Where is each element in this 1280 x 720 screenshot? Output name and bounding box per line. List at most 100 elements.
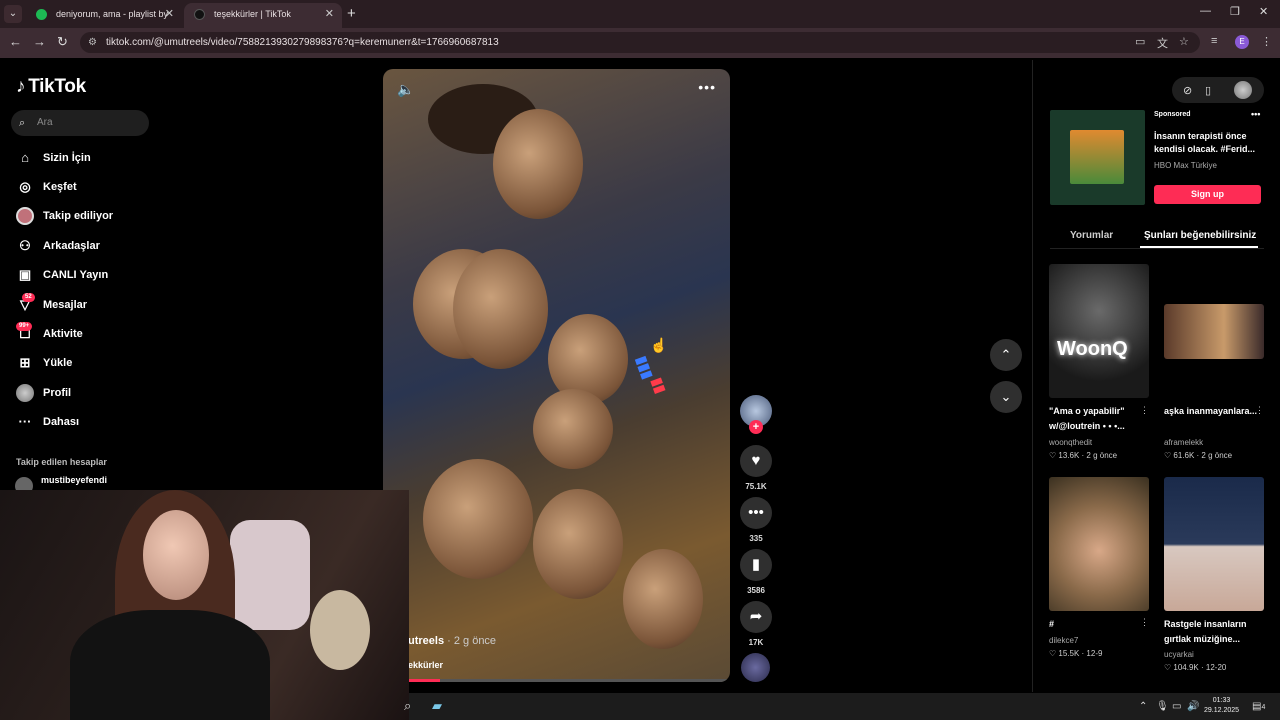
search-placeholder: Ara — [37, 117, 53, 128]
rec-more-icon[interactable]: ⋮ — [1140, 405, 1149, 416]
following-avatar-icon — [16, 207, 34, 225]
video-player[interactable]: ▮▮▮ ▮▮ 🔈 ••• utreels · 2 g önce ekkürler — [383, 69, 730, 682]
comment-count: 335 — [749, 534, 763, 543]
rec-title-3[interactable]: # — [1049, 617, 1145, 632]
rec-title-2[interactable]: aşka inanmayanlara... — [1164, 404, 1260, 419]
rec-title-4[interactable]: Rastgele insanların gırtlak müziğine... — [1164, 617, 1260, 647]
sponsored-label: Sponsored — [1154, 111, 1191, 118]
translate-icon[interactable]: 文 — [1157, 35, 1168, 51]
sidebar-item-live[interactable]: ▣ CANLI Yayın — [16, 264, 108, 286]
like-count: 75.1K — [745, 482, 767, 491]
browser-tab-spotify[interactable]: deniyorum, ama - playlist by ✕ — [26, 3, 182, 28]
ad-more-icon[interactable]: ••• — [1251, 109, 1260, 119]
like-button[interactable]: ♥ — [740, 445, 772, 477]
home-icon: ⌂ — [21, 150, 29, 165]
live-icon: ▣ — [18, 267, 32, 282]
rec-author-3[interactable]: dilekce7 — [1049, 636, 1078, 645]
tab-you-may-like[interactable]: Şunları beğenebilirsiniz — [1144, 230, 1256, 241]
rec-thumbnail-1[interactable]: WoonQ — [1049, 264, 1149, 398]
ad-thumbnail-art — [1070, 130, 1124, 184]
sidebar-item-activity[interactable]: ☐ 99+ Aktivite — [16, 322, 83, 345]
tiktok-note-icon: ♪ — [16, 76, 26, 97]
tabs-baseline — [1050, 248, 1264, 249]
music-disc-icon[interactable] — [741, 653, 770, 682]
next-video-button[interactable]: ⌄ — [990, 381, 1022, 413]
back-icon[interactable]: ← — [9, 34, 22, 49]
url-bar[interactable]: ⚙ tiktok.com/@umutreels/video/7588213930… — [80, 32, 1200, 53]
volume-tray-icon[interactable]: 🔊 — [1187, 701, 1199, 712]
rec-meta-2: ♡ 61.6K · 2 g önce — [1164, 451, 1233, 460]
search-input[interactable]: ⌕ Ara — [11, 110, 149, 136]
taskbar-clock[interactable]: 01:33 29.12.2025 — [1204, 696, 1239, 716]
video-author[interactable]: utreels · 2 g önce — [408, 635, 496, 647]
tab-search-button[interactable]: ⌄ — [4, 5, 22, 23]
mouse-pointer-icon: ☝ — [650, 337, 668, 353]
ad-signup-button[interactable]: Sign up — [1154, 185, 1261, 204]
ad-title[interactable]: İnsanın terapisti önce kendisi olacak. #… — [1154, 130, 1264, 156]
browser-tab-tiktok[interactable]: teşekkürler | TikTok ✕ — [184, 3, 342, 28]
rec-author-1[interactable]: woonqthedit — [1049, 438, 1092, 447]
rec-thumbnail-3[interactable] — [1049, 477, 1149, 611]
explore-small-icon[interactable]: ⊘ — [1183, 84, 1192, 97]
media-icon[interactable]: ≡ — [1211, 35, 1217, 47]
ad-brand[interactable]: HBO Max Türkiye — [1154, 161, 1217, 170]
microphone-icon[interactable]: 🎙 — [1156, 701, 1169, 712]
webcam-face — [143, 510, 209, 600]
sidebar-item-following[interactable]: Takip ediliyor — [16, 205, 113, 227]
video-more-icon[interactable]: ••• — [698, 79, 716, 95]
volume-icon[interactable]: 🔈 — [397, 81, 414, 98]
followed-user-name[interactable]: mustibeyefendi — [41, 475, 107, 485]
minimize-icon[interactable]: — — [1200, 5, 1211, 17]
heart-outline-icon: ♡ — [1049, 649, 1059, 658]
sidebar-item-explore[interactable]: ◎ Keşfet — [16, 176, 76, 198]
sidebar-item-friends[interactable]: ⚇ Arkadaşlar — [16, 235, 100, 257]
new-tab-button[interactable]: + — [347, 5, 356, 22]
rec-title-1[interactable]: "Ama o yapabilir" w/@loutrein • • •... — [1049, 404, 1145, 434]
tray-chevron-icon[interactable]: ⌃ — [1139, 701, 1147, 712]
sidebar-item-messages[interactable]: ▽ 52 Mesajlar — [16, 293, 87, 316]
save-button[interactable]: ▮ — [740, 549, 772, 581]
ad-thumbnail[interactable] — [1050, 110, 1145, 205]
tiktok-logo[interactable]: ♪ TikTok — [16, 76, 86, 98]
rec-thumbnail-4[interactable] — [1164, 477, 1264, 611]
forward-icon[interactable]: → — [33, 34, 46, 49]
tab-comments[interactable]: Yorumlar — [1070, 230, 1113, 241]
previous-video-button[interactable]: ⌃ — [990, 339, 1022, 371]
windows-taskbar — [409, 693, 1280, 720]
reload-icon[interactable]: ↻ — [57, 34, 68, 50]
app-taskbar-icon[interactable]: ▰ — [432, 698, 442, 714]
sidebar-item-profile[interactable]: Profil — [16, 382, 71, 404]
browser-menu-icon[interactable]: ⋮ — [1261, 35, 1272, 48]
rec-thumbnail-2[interactable] — [1164, 304, 1264, 359]
sidebar-item-for-you[interactable]: ⌂ Sizin İçin — [16, 147, 91, 169]
search-icon: ⌕ — [19, 117, 26, 129]
close-tab-icon[interactable]: ✕ — [325, 3, 334, 26]
device-icon[interactable]: ▯ — [1205, 84, 1211, 97]
bookmark-star-icon[interactable]: ☆ — [1179, 35, 1189, 48]
sidebar-item-more[interactable]: ··· Dahası — [16, 411, 80, 433]
rec-author-4[interactable]: ucyarkai — [1164, 650, 1194, 659]
rec-more-icon[interactable]: ⋮ — [1140, 617, 1149, 628]
follow-button[interactable]: + — [749, 420, 763, 434]
search-taskbar-icon[interactable]: ⌕ — [404, 698, 411, 714]
cast-icon[interactable]: ▭ — [1135, 35, 1145, 48]
network-icon[interactable]: ▭ — [1172, 701, 1181, 712]
notifications-icon[interactable]: ▤4 — [1252, 701, 1265, 712]
rec-author-2[interactable]: aframelekk — [1164, 438, 1203, 447]
video-progress-bar[interactable] — [408, 679, 730, 682]
user-avatar[interactable] — [1234, 81, 1252, 99]
restore-icon[interactable]: ❐ — [1230, 5, 1240, 18]
browser-profile-avatar[interactable]: E — [1235, 35, 1249, 49]
rec-more-icon[interactable]: ⋮ — [1255, 405, 1264, 416]
site-info-icon[interactable]: ⚙ — [88, 32, 97, 53]
video-frame-detail — [453, 249, 548, 369]
rec-meta-1: ♡ 13.6K · 2 g önce — [1049, 451, 1118, 460]
comment-button[interactable]: ••• — [740, 497, 772, 529]
sidebar-item-upload[interactable]: ⊞ Yükle — [16, 352, 73, 374]
share-icon: ➦ — [749, 608, 763, 625]
spotify-favicon-icon — [36, 9, 47, 20]
activity-badge: 99+ — [16, 322, 33, 331]
share-button[interactable]: ➦ — [740, 601, 772, 633]
close-tab-icon[interactable]: ✕ — [165, 3, 174, 26]
close-window-icon[interactable]: ✕ — [1259, 5, 1268, 18]
